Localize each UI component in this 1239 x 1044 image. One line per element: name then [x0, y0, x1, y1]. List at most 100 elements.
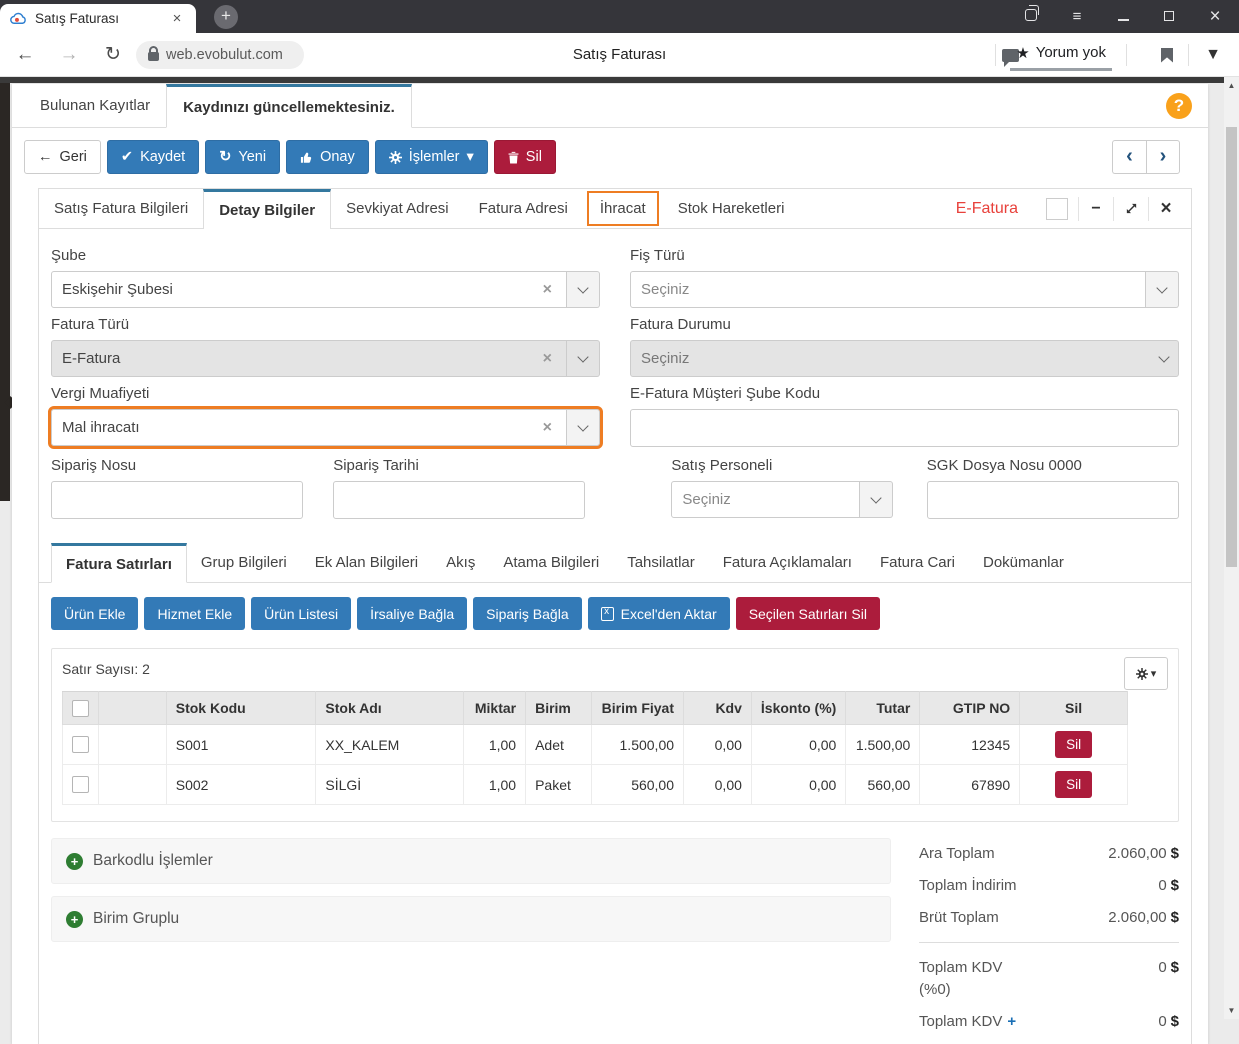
efatura-sube-kodu-input[interactable]: [630, 409, 1179, 447]
minimize-icon[interactable]: [1113, 8, 1133, 25]
urun-listesi-button[interactable]: Ürün Listesi: [251, 597, 351, 630]
collapsed-sidebar[interactable]: [0, 83, 10, 501]
panel-close-icon[interactable]: ×: [1149, 198, 1183, 220]
col-stok-adi[interactable]: Stok Adı: [316, 692, 464, 725]
row-delete-button[interactable]: Sil: [1055, 771, 1092, 798]
prev-record-button[interactable]: ‹: [1112, 140, 1146, 174]
col-tutar[interactable]: Tutar: [846, 692, 920, 725]
address-bar[interactable]: web.evobulut.com: [136, 41, 304, 69]
clear-icon[interactable]: ×: [539, 281, 556, 299]
hizmet-ekle-button[interactable]: Hizmet Ekle: [144, 597, 245, 630]
col-stok-kodu[interactable]: Stok Kodu: [166, 692, 316, 725]
new-tab-button[interactable]: +: [214, 5, 238, 29]
tab-sevkiyat-adresi[interactable]: Sevkiyat Adresi: [331, 189, 464, 228]
sube-select[interactable]: Eskişehir Şubesi ×: [51, 271, 600, 308]
barkodlu-islemler-accordion[interactable]: + Barkodlu İşlemler: [51, 838, 891, 884]
scroll-up-icon[interactable]: ▲: [1224, 81, 1239, 90]
tab-ek-alan-bilgileri[interactable]: Ek Alan Bilgileri: [301, 543, 432, 582]
save-button[interactable]: ✔ Kaydet: [107, 140, 199, 174]
col-birim[interactable]: Birim: [526, 692, 592, 725]
totals-panel: Ara Toplam 2.060,00$ Toplam İndirim 0$ B…: [919, 838, 1179, 1044]
thumbs-up-icon: [300, 151, 313, 164]
refresh-icon[interactable]: ↻: [98, 43, 128, 66]
select-all-checkbox[interactable]: [72, 700, 89, 717]
col-iskonto[interactable]: İskonto (%): [751, 692, 845, 725]
tab-ihracat[interactable]: İhracat: [587, 191, 659, 226]
row-checkbox[interactable]: [72, 776, 89, 793]
secilen-satirlari-sil-button[interactable]: Seçilen Satırları Sil: [736, 597, 880, 630]
tab-fatura-aciklamalari[interactable]: Fatura Açıklamaları: [709, 543, 866, 582]
actions-button[interactable]: İşlemler ▾: [375, 140, 488, 174]
scroll-down-icon[interactable]: ▼: [1224, 1006, 1239, 1015]
sgk-dosya-input[interactable]: [927, 481, 1179, 519]
tab-actions-icon[interactable]: [1021, 8, 1041, 25]
vergi-muafiyeti-select[interactable]: Mal ihracatı ×: [51, 409, 600, 446]
satis-personeli-select[interactable]: Seçiniz: [671, 481, 892, 518]
tab-satis-fatura-bilgileri[interactable]: Satış Fatura Bilgileri: [39, 189, 203, 228]
siparis-bagla-button[interactable]: Sipariş Bağla: [473, 597, 582, 630]
line-buttons: Ürün Ekle Hizmet Ekle Ürün Listesi İrsal…: [39, 583, 1191, 642]
tab-akis[interactable]: Akış: [432, 543, 489, 582]
row-checkbox[interactable]: [72, 736, 89, 753]
col-birim-fiyat[interactable]: Birim Fiyat: [592, 692, 684, 725]
divider: [1126, 44, 1127, 66]
tab-found-records[interactable]: Bulunan Kayıtlar: [24, 84, 166, 127]
forward-icon[interactable]: →: [54, 44, 84, 66]
siparis-nosu-input[interactable]: [51, 481, 303, 519]
browser-tab[interactable]: Satış Faturası ×: [0, 4, 196, 33]
bookmark-icon[interactable]: [1161, 48, 1173, 63]
tab-fatura-adresi[interactable]: Fatura Adresi: [464, 189, 583, 228]
urun-ekle-button[interactable]: Ürün Ekle: [51, 597, 138, 630]
tab-updating-record[interactable]: Kaydınızı güncellemektesiniz.: [166, 84, 412, 128]
main-toolbar: ← Geri ✔ Kaydet ↻ Yeni Onay: [12, 128, 1208, 184]
scrollbar-thumb[interactable]: [1226, 127, 1237, 567]
excel-aktar-button[interactable]: Excel'den Aktar: [588, 597, 730, 630]
maximize-icon[interactable]: [1159, 8, 1179, 25]
vergi-muafiyeti-dropdown-button[interactable]: [567, 409, 600, 446]
birim-gruplu-accordion[interactable]: + Birim Gruplu: [51, 896, 891, 942]
back-button[interactable]: ← Geri: [24, 140, 101, 174]
row-delete-button[interactable]: Sil: [1055, 731, 1092, 758]
help-icon[interactable]: ?: [1166, 93, 1192, 119]
grid-settings-button[interactable]: ▾: [1124, 657, 1168, 690]
col-gtip[interactable]: GTIP NO: [920, 692, 1020, 725]
collapse-icon[interactable]: −: [1079, 200, 1113, 218]
tab-fatura-satirlari[interactable]: Fatura Satırları: [51, 543, 187, 583]
back-icon[interactable]: ←: [10, 44, 40, 66]
col-kdv[interactable]: Kdv: [684, 692, 752, 725]
chevron-down-icon: [1158, 351, 1169, 362]
delete-button[interactable]: Sil: [494, 140, 556, 174]
siparis-tarihi-input[interactable]: [333, 481, 585, 519]
fis-turu-placeholder: Seçiniz: [641, 281, 1135, 298]
rating-button[interactable]: ★ Yorum yok: [1010, 40, 1112, 71]
next-record-button[interactable]: ›: [1146, 140, 1180, 174]
satis-personeli-dropdown-button[interactable]: [860, 481, 893, 518]
tab-fatura-cari[interactable]: Fatura Cari: [866, 543, 969, 582]
clear-icon[interactable]: ×: [539, 419, 556, 437]
panel-checkbox[interactable]: [1046, 198, 1068, 220]
fis-turu-dropdown-button[interactable]: [1146, 271, 1179, 308]
tab-detay-bilgiler[interactable]: Detay Bilgiler: [203, 189, 331, 229]
tab-stok-hareketleri[interactable]: Stok Hareketleri: [663, 189, 800, 228]
back-arrow-icon: ←: [38, 149, 53, 165]
cell-miktar: 1,00: [464, 725, 526, 765]
tab-close-icon[interactable]: ×: [168, 10, 186, 27]
approve-button[interactable]: Onay: [286, 140, 369, 174]
toplam-kdv-label: Toplam KDV+: [919, 1011, 1037, 1033]
page-scrollbar[interactable]: ▲ ▼: [1224, 77, 1239, 1019]
rating-label: Yorum yok: [1036, 44, 1106, 61]
tab-dokumanlar[interactable]: Dokümanlar: [969, 543, 1078, 582]
menu-icon[interactable]: ≡: [1067, 8, 1087, 25]
tab-atama-bilgileri[interactable]: Atama Bilgileri: [489, 543, 613, 582]
sube-dropdown-button[interactable]: [567, 271, 600, 308]
expand-icon[interactable]: [1114, 202, 1148, 215]
new-button[interactable]: ↻ Yeni: [205, 140, 280, 174]
col-miktar[interactable]: Miktar: [464, 692, 526, 725]
fis-turu-select[interactable]: Seçiniz: [630, 271, 1179, 308]
add-kdv-icon[interactable]: +: [1007, 1013, 1016, 1030]
tab-grup-bilgileri[interactable]: Grup Bilgileri: [187, 543, 301, 582]
window-close-icon[interactable]: ×: [1205, 6, 1225, 28]
download-icon[interactable]: ▼: [1203, 46, 1223, 65]
tab-tahsilatlar[interactable]: Tahsilatlar: [613, 543, 709, 582]
irsaliye-bagla-button[interactable]: İrsaliye Bağla: [357, 597, 467, 630]
